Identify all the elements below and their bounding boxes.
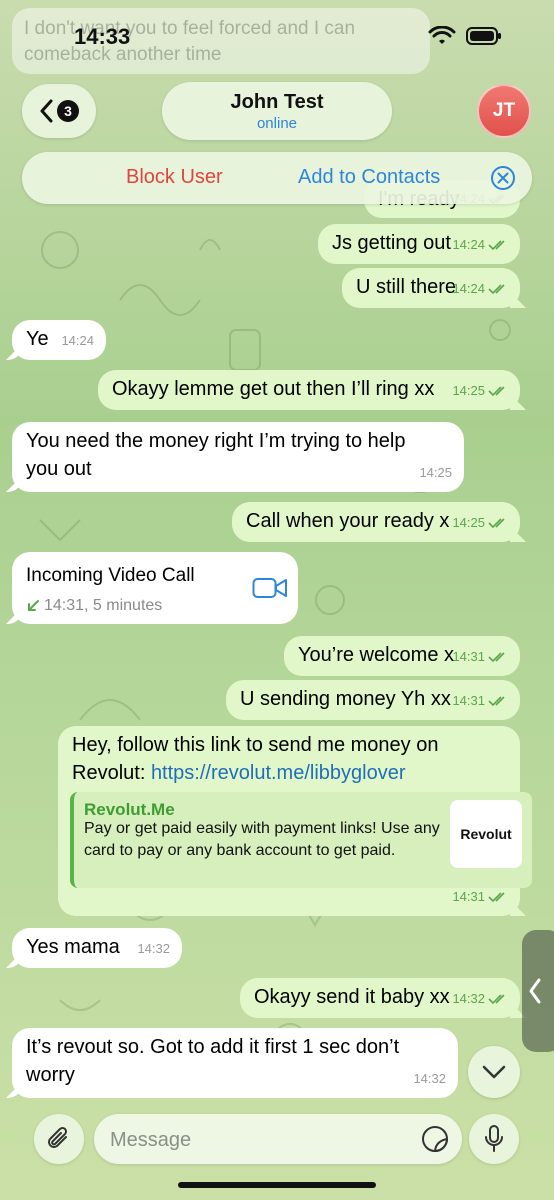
link-preview-description: Pay or get paid easily with payment link… [84, 820, 440, 859]
unread-badge: 3 [57, 100, 79, 122]
double-check-icon [488, 993, 505, 1004]
link-preview[interactable]: Revolut.Me Pay or get paid easily with p… [70, 792, 532, 888]
wifi-icon [428, 26, 456, 44]
status-time: 14:33 [74, 24, 131, 49]
double-check-icon [488, 517, 505, 528]
message-bubble[interactable]: It’s revout so. Got to add it first 1 se… [12, 1028, 458, 1098]
message-meta: 14:25 [452, 509, 508, 536]
revolut-logo: Revolut [450, 800, 522, 868]
message-text-line-1: It’s revout so. Got to add it first 1 se… [26, 1036, 400, 1058]
attach-button[interactable] [34, 1114, 84, 1164]
message-meta: 14:31 [452, 883, 508, 910]
call-title: Incoming Video Call [26, 565, 195, 586]
message-bubble[interactable]: Ye 14:24 [12, 320, 106, 360]
microphone-icon [485, 1125, 503, 1152]
close-icon[interactable] [490, 165, 516, 191]
message-input[interactable] [108, 1124, 412, 1156]
double-check-icon [488, 283, 505, 294]
double-check-icon [488, 239, 505, 250]
link-message-bubble[interactable]: Hey, follow this link to send me money o… [58, 726, 532, 916]
status-bar: 14:33 [0, 0, 554, 70]
message-bubble[interactable]: Okayy send it baby xx 14:32 [240, 978, 520, 1018]
message-time: 14:25 [419, 465, 452, 480]
message-time: 14:31 [452, 889, 485, 904]
message-text: Okayy lemme get out then I’ll ring xx [112, 378, 435, 400]
message-text: Yes mama [26, 936, 120, 958]
message-bubble[interactable]: You need the money right I’m trying to h… [12, 422, 464, 492]
message-meta: 14:31 [452, 687, 508, 714]
message-text: Js getting out [332, 232, 451, 254]
revolut-link[interactable]: https://revolut.me/libbyglover [151, 762, 406, 784]
call-detail-text: 14:31, 5 minutes [44, 597, 163, 614]
message-time: 14:24 [61, 333, 94, 348]
message-meta: 14:24 [61, 327, 94, 354]
double-check-icon [488, 891, 505, 902]
message-bubble[interactable]: Okayy lemme get out then I’ll ring xx 14… [98, 370, 520, 410]
message-text: Ye [26, 328, 49, 350]
message-text: Call when your ready x [246, 510, 450, 532]
home-indicator[interactable] [178, 1182, 376, 1188]
message-text: U sending money Yh xx [240, 688, 451, 710]
microphone-button[interactable] [469, 1114, 519, 1164]
double-check-icon [488, 385, 505, 396]
chevron-left-icon [529, 978, 541, 1004]
block-user-button[interactable]: Block User [126, 166, 223, 189]
message-text-line-1: Hey, follow this link to send me money o… [72, 734, 439, 756]
message-text-line-2: worry [26, 1064, 75, 1086]
message-bubble[interactable]: Js getting out 14:24 [318, 224, 520, 264]
message-meta: 14:31 [452, 643, 508, 670]
battery-icon [466, 27, 501, 45]
message-time: 14:31 [452, 649, 485, 664]
message-text-line-1: You need the money right I’m trying to h… [26, 430, 406, 452]
message-meta: 14:24 [452, 231, 508, 258]
message-time: 14:24 [452, 281, 485, 296]
message-text: You’re welcome x [298, 644, 455, 666]
message-text-prefix: Revolut: [72, 762, 151, 784]
message-time: 14:25 [452, 383, 485, 398]
add-to-contacts-button[interactable]: Add to Contacts [298, 166, 440, 189]
message-text-line-2: you out [26, 458, 92, 480]
message-bubble[interactable]: Yes mama 14:32 [12, 928, 182, 968]
message-text: Okayy send it baby xx [254, 986, 450, 1008]
action-bar: Block User Add to Contacts [22, 152, 532, 204]
chat-title[interactable]: John Test online [162, 82, 392, 140]
message-meta: 14:32 [137, 935, 170, 962]
contact-status: online [256, 115, 298, 132]
message-bubble[interactable]: U still there 14:24 [342, 268, 520, 308]
avatar[interactable]: JT [477, 84, 531, 138]
message-bubble[interactable]: Call when your ready x 14:25 [232, 502, 520, 542]
chevron-down-icon [482, 1065, 506, 1079]
double-check-icon [488, 695, 505, 706]
message-meta: 14:32 [452, 985, 508, 1012]
chevron-left-icon [40, 99, 53, 123]
call-detail: 14:31, 5 minutes [26, 592, 162, 619]
message-meta: 14:25 [419, 459, 452, 486]
message-time: 14:24 [452, 237, 485, 252]
message-meta: 14:32 [413, 1065, 446, 1092]
message-time: 14:32 [452, 991, 485, 1006]
message-bubble[interactable]: You’re welcome x 14:31 [284, 636, 520, 676]
message-meta: 14:24 [452, 275, 508, 302]
back-button[interactable]: 3 [22, 84, 96, 138]
message-time: 14:25 [452, 515, 485, 530]
message-input-container [94, 1114, 462, 1164]
message-time: 14:31 [452, 693, 485, 708]
double-check-icon [488, 651, 505, 662]
scroll-to-bottom-button[interactable] [468, 1046, 520, 1098]
sticker-icon[interactable] [420, 1124, 450, 1154]
message-text-line-2: Revolut: https://revolut.me/libbyglover [72, 760, 406, 787]
call-bubble[interactable]: Incoming Video Call 14:31, 5 minutes [12, 552, 298, 624]
side-drawer-handle[interactable] [522, 930, 554, 1052]
message-meta: 14:25 [452, 377, 508, 404]
arrow-down-left-icon [28, 599, 39, 611]
message-bubble[interactable]: U sending money Yh xx 14:31 [226, 680, 520, 720]
paperclip-icon [48, 1126, 68, 1148]
message-time: 14:32 [413, 1071, 446, 1086]
contact-name: John Test [230, 91, 324, 113]
video-camera-icon[interactable] [252, 576, 288, 600]
message-time: 14:32 [137, 941, 170, 956]
message-text: U still there [356, 276, 457, 298]
